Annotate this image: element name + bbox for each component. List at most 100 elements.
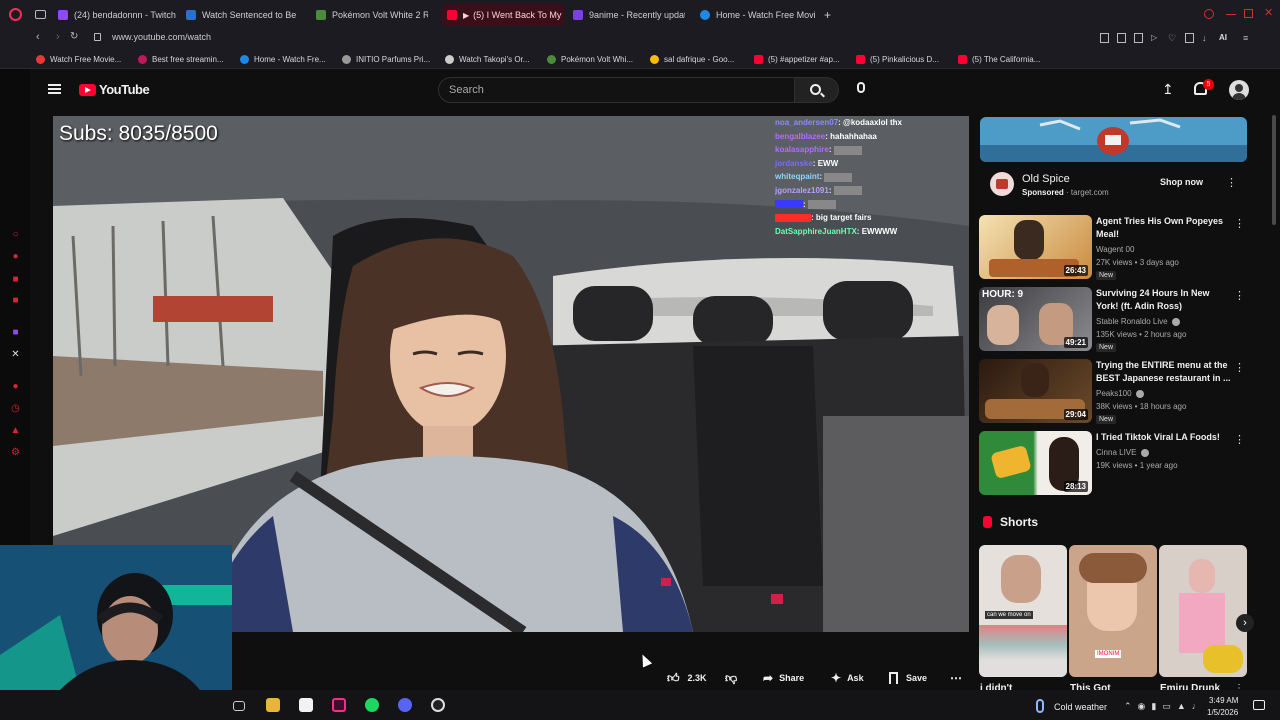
obs-tray-icon[interactable]: ◉ [1138, 701, 1146, 712]
extension-icon[interactable]: ▲ [10, 425, 21, 436]
more-actions-icon[interactable]: ⋮ [1234, 433, 1245, 446]
youtube-logo[interactable]: YouTube [79, 82, 150, 97]
screenshot-icon[interactable] [1134, 33, 1143, 43]
page-scrollbar[interactable] [1272, 115, 1276, 225]
browser-tab-active[interactable]: ▶ (5) I Went Back To My [442, 4, 564, 26]
ad-banner[interactable] [980, 117, 1247, 162]
video-thumbnail[interactable]: HOUR: 9 49:21 [979, 287, 1092, 351]
opera-gx-icon[interactable] [332, 698, 346, 712]
sidebar-app-icon[interactable]: ○ [10, 229, 21, 240]
channel-name[interactable]: Wagent 00 [1096, 243, 1134, 256]
maximize-button[interactable] [1244, 9, 1253, 18]
shorts-next-button[interactable]: › [1236, 614, 1254, 632]
microphone-icon[interactable] [857, 82, 865, 93]
search-input[interactable]: Search [438, 77, 795, 103]
search-tabs-icon[interactable] [1204, 9, 1214, 19]
bookmark[interactable]: Watch Takopi's Or... [445, 53, 529, 65]
short-card[interactable]: IMONIM [1069, 545, 1157, 677]
short-card[interactable] [1159, 545, 1247, 677]
bookmark[interactable]: Pokémon Volt Whi... [547, 53, 633, 65]
history-icon[interactable]: ◷ [10, 403, 21, 414]
more-actions-icon[interactable]: ⋮ [1234, 217, 1245, 230]
forward-icon[interactable]: › [56, 31, 60, 43]
video-title[interactable]: Surviving 24 Hours In New York! (ft. Adi… [1096, 287, 1231, 313]
video-thumbnail[interactable]: 28:13 [979, 431, 1092, 495]
display-icon[interactable]: ▭ [1162, 701, 1171, 712]
bookmark[interactable]: Best free streamin... [138, 53, 224, 65]
bookmark[interactable]: (5) The California... [958, 53, 1040, 65]
clock-time[interactable]: 3:49 AM [1209, 696, 1238, 705]
wifi-icon[interactable]: ▲ [1177, 701, 1186, 712]
ai-icon[interactable]: AI [1219, 33, 1235, 43]
upload-icon[interactable]: ↥ [1162, 81, 1174, 98]
bookmark[interactable]: (5) Pinkalicious D... [856, 53, 939, 65]
more-actions-icon[interactable]: ⋮ [1234, 361, 1245, 374]
download-icon[interactable]: ↓ [1202, 33, 1211, 43]
bookmark[interactable]: sal dafrique - Goo... [650, 53, 734, 65]
weather-label[interactable]: Cold weather [1054, 702, 1107, 712]
video-title[interactable]: Trying the ENTIRE menu at the BEST Japan… [1096, 359, 1231, 385]
weather-icon[interactable] [1036, 699, 1044, 713]
channel-name[interactable]: Peaks100 [1096, 387, 1144, 400]
save-button[interactable]: Save [889, 668, 927, 688]
browser-tab[interactable]: Pokémon Volt White 2 Re [316, 4, 428, 26]
browser-menu-icon[interactable] [9, 8, 22, 21]
bookmark[interactable]: (5) #appetizer #ap... [754, 53, 840, 65]
close-window-button[interactable]: ✕ [1264, 6, 1273, 19]
search-button[interactable] [795, 77, 839, 103]
reload-icon[interactable]: ↻ [70, 31, 78, 42]
store-icon[interactable] [299, 698, 313, 712]
settings-icon[interactable]: ⚙ [10, 447, 21, 458]
hamburger-menu-icon[interactable] [48, 84, 61, 94]
share-button[interactable]: ➦ Share [763, 668, 804, 688]
tab-search-icon[interactable] [1117, 33, 1126, 43]
video-title[interactable]: I Tried Tiktok Viral LA Foods! [1096, 431, 1231, 444]
recommended-video[interactable]: 29:04 Trying the ENTIRE menu at the BEST… [979, 359, 1249, 424]
more-actions-icon[interactable]: ⋮ [1234, 289, 1245, 302]
obs-icon[interactable] [431, 698, 445, 712]
notification-center-icon[interactable] [1253, 700, 1265, 710]
browser-tab[interactable]: (24) bendadonnn - Twitch [58, 4, 176, 26]
twitch-icon[interactable]: ■ [10, 327, 21, 338]
system-tray[interactable]: ⌃ ◉ ▮ ▭ ▲ ♩ [1124, 701, 1201, 712]
clock-date[interactable]: 1/5/2026 [1207, 708, 1238, 717]
tab-list-icon[interactable] [35, 10, 46, 19]
browser-tab[interactable]: Home - Watch Free Movie [700, 4, 816, 26]
spotify-icon[interactable]: ● [10, 381, 21, 392]
browser-tab[interactable]: Watch Sentenced to Be a [186, 4, 298, 26]
extension-icons[interactable]: ▷ ♡ ↓ AI ≡ [1100, 33, 1270, 45]
ask-button[interactable]: ✦ Ask [831, 668, 864, 688]
bookmark-page-icon[interactable] [1100, 33, 1109, 43]
back-icon[interactable]: ‹ [36, 31, 40, 43]
bookmark[interactable]: Watch Free Movie... [36, 53, 121, 65]
minimize-button[interactable] [1226, 14, 1236, 15]
shop-now-button[interactable]: Shop now [1160, 177, 1203, 187]
x-icon[interactable]: ✕ [10, 349, 21, 360]
new-tab-button[interactable]: + [824, 8, 831, 22]
dislike-button[interactable]: 👎︎ [725, 668, 737, 688]
ad-brand[interactable]: Old Spice [1022, 173, 1070, 185]
avatar[interactable] [1229, 80, 1249, 100]
ad-more-icon[interactable]: ⋮ [1226, 176, 1237, 189]
discord-icon[interactable] [398, 698, 412, 712]
sidebar-app-icon[interactable]: ● [10, 251, 21, 262]
video-title[interactable]: Agent Tries His Own Popeyes Meal! [1096, 215, 1231, 241]
video-thumbnail[interactable]: 26:43 [979, 215, 1092, 279]
sidebar-app-icon[interactable]: ■ [10, 295, 21, 306]
browser-tab[interactable]: 9anime - Recently update [573, 4, 685, 26]
microphone-icon[interactable]: ▮ [1151, 701, 1156, 712]
wallet-icon[interactable] [1185, 33, 1194, 43]
task-view-icon[interactable] [233, 701, 245, 711]
heart-icon[interactable]: ♡ [1168, 33, 1177, 43]
recommended-video[interactable]: HOUR: 9 49:21 Surviving 24 Hours In New … [979, 287, 1249, 352]
recommended-video[interactable]: 26:43 Agent Tries His Own Popeyes Meal! … [979, 215, 1249, 280]
volume-icon[interactable]: ♩ [1192, 701, 1201, 712]
file-explorer-icon[interactable] [266, 698, 280, 712]
play-icon[interactable]: ▷ [1151, 33, 1160, 43]
recommended-video[interactable]: 28:13 I Tried Tiktok Viral LA Foods! Cin… [979, 431, 1249, 495]
sidebar-app-icon[interactable]: ■ [10, 274, 21, 285]
bookmark[interactable]: Home - Watch Fre... [240, 53, 326, 65]
channel-name[interactable]: Cinna LIVE [1096, 446, 1149, 459]
like-button[interactable]: 👍︎ 2.3K [667, 668, 707, 688]
video-thumbnail[interactable]: 29:04 [979, 359, 1092, 423]
